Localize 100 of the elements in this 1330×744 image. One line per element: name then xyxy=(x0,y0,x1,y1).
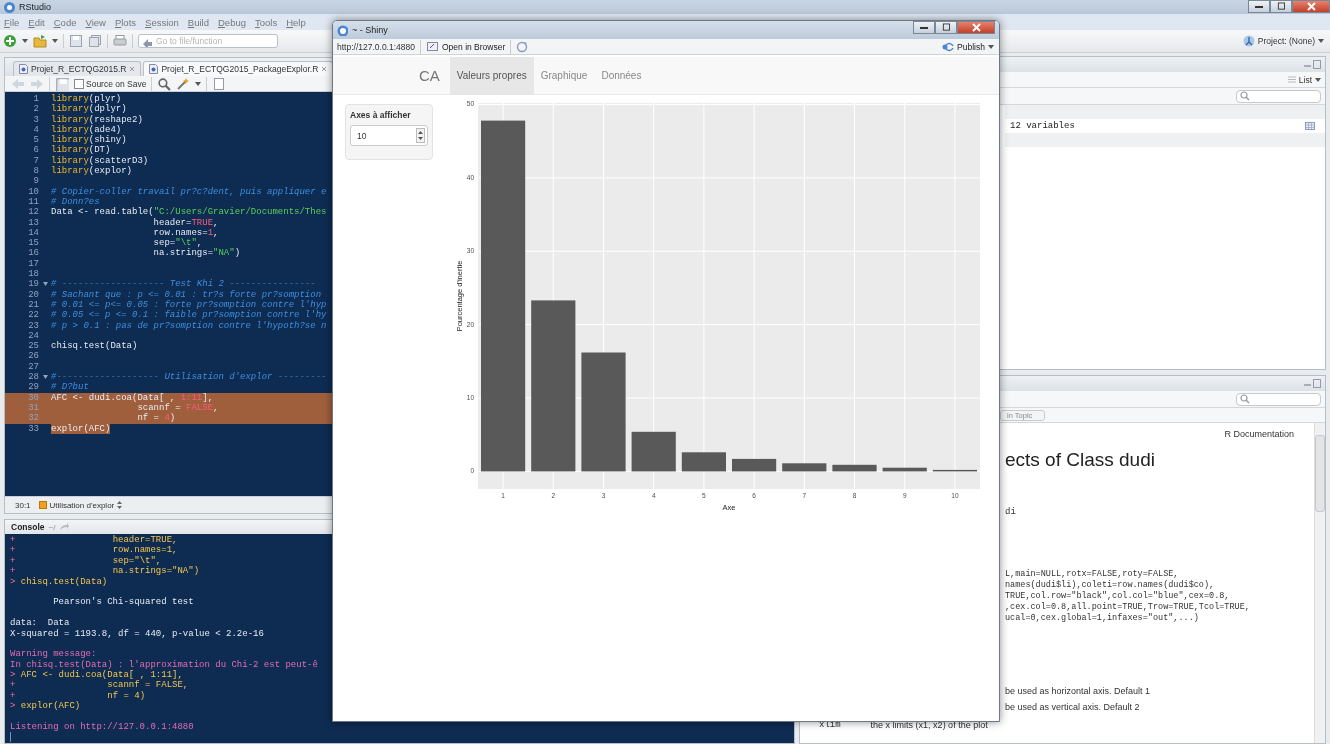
save-all-icon[interactable] xyxy=(88,34,102,48)
help-text: be used as horizontal axis. Default 1 xyxy=(1005,686,1152,696)
search-field[interactable] xyxy=(1236,392,1321,406)
minimize-button[interactable] xyxy=(1248,0,1270,13)
minimize-maximize-icon[interactable] xyxy=(1303,379,1321,388)
number-input[interactable]: 10 xyxy=(350,125,428,146)
menu-item[interactable]: Tools xyxy=(255,16,278,28)
publish-icon xyxy=(941,40,955,53)
line-number: 15 xyxy=(27,238,39,249)
project-menu[interactable]: Project: (None) xyxy=(1242,35,1324,47)
close-icon[interactable] xyxy=(321,66,328,72)
code-line: L,main=NULL,rotx=FALSE,roty=FALSE, xyxy=(1005,569,1180,580)
line-number: 1 xyxy=(32,94,39,105)
restore-button[interactable] xyxy=(1270,0,1292,13)
restore-button[interactable] xyxy=(935,21,957,34)
line-number: 26 xyxy=(27,351,39,362)
spinner-icon[interactable] xyxy=(416,128,425,143)
file-tab[interactable]: Projet_R_ECTQG2015.R xyxy=(13,61,142,76)
search-icon xyxy=(1240,394,1250,404)
line-number: 7 xyxy=(32,155,39,167)
menu-item[interactable]: Plots xyxy=(114,16,137,28)
caret-icon xyxy=(988,43,994,50)
console-line: explor(AFC) xyxy=(20,701,81,712)
caret-icon[interactable] xyxy=(195,80,202,87)
code-line: library(ade4) xyxy=(51,124,122,135)
code-line: ,cex.col=0.8,all.point=TRUE,Trow=TRUE,Tcol=TRUE, xyxy=(1005,602,1251,613)
menu-item[interactable]: Build xyxy=(187,16,209,28)
minimize-button[interactable] xyxy=(913,21,935,34)
folder-icon[interactable] xyxy=(33,34,47,48)
pane-title: Console xyxy=(11,522,45,532)
scroll-thumb[interactable] xyxy=(1315,435,1325,512)
page-icon[interactable] xyxy=(212,76,227,91)
close-button[interactable] xyxy=(957,21,995,34)
menu-item[interactable]: Session xyxy=(145,16,179,28)
restore-icon xyxy=(1277,2,1285,11)
line-number: 8 xyxy=(32,166,39,177)
close-button[interactable] xyxy=(1292,0,1330,13)
fold-icon[interactable] xyxy=(42,282,48,287)
code-line: # D?but xyxy=(51,382,89,393)
menu-item[interactable]: Help xyxy=(286,16,306,28)
new-file-icon[interactable] xyxy=(3,34,17,48)
project-icon xyxy=(1242,35,1255,47)
menu-item[interactable]: View xyxy=(85,16,106,28)
console-prompt: + xyxy=(10,680,17,691)
caret-icon[interactable] xyxy=(52,38,58,44)
view-mode-menu[interactable]: List xyxy=(1287,74,1321,85)
menu-item[interactable]: Debug xyxy=(218,16,246,28)
input-label: Axes à afficher xyxy=(350,110,412,120)
line-number: 19 xyxy=(27,279,39,290)
table-icon[interactable] xyxy=(1305,122,1315,130)
code-line: ucal=0,cex.global=1,infaxes="out",...) xyxy=(1005,613,1200,624)
minimize-maximize-icon[interactable] xyxy=(1303,60,1321,69)
menu-item[interactable]: Edit xyxy=(28,16,45,28)
section-menu[interactable]: Utilisation d'explor xyxy=(38,500,123,510)
help-text: be used as vertical axis. Default 2 xyxy=(1005,702,1141,712)
code-line: # Copier-coller travail pr?c?dent, puis appliquer e xyxy=(51,186,327,197)
list-icon xyxy=(1287,76,1296,83)
line-number: 18 xyxy=(27,269,39,280)
caret-icon[interactable] xyxy=(22,38,28,44)
wand-icon[interactable] xyxy=(176,76,191,91)
window-title: RStudio xyxy=(19,2,52,12)
arrow-icon[interactable] xyxy=(59,522,70,532)
close-icon[interactable] xyxy=(129,66,136,72)
refresh-icon[interactable] xyxy=(516,40,529,53)
search-field[interactable] xyxy=(1236,89,1321,103)
search-icon[interactable] xyxy=(157,76,172,91)
nav-tab[interactable]: Valeurs propres xyxy=(449,57,534,94)
bar xyxy=(681,452,726,472)
console-line: In chisq.test(Data) : l'approximation du Chi-2 est peut-ê xyxy=(10,659,318,670)
console-line: nf = 4) xyxy=(106,690,146,702)
checkbox[interactable] xyxy=(74,78,84,89)
url-text: http://127.0.0.1:4880 xyxy=(337,41,415,52)
code-line: scannf = FALSE, xyxy=(136,402,219,413)
menu-item[interactable]: File xyxy=(4,16,20,28)
open-in-browser-button[interactable]: Open in Browser xyxy=(426,40,506,53)
fold-icon[interactable] xyxy=(42,375,48,380)
navbar-brand[interactable]: CA xyxy=(419,57,450,94)
console-line: na.strings="NA") xyxy=(111,566,200,577)
console-prompt: + xyxy=(10,555,17,567)
nav-tab[interactable]: Graphique xyxy=(533,57,595,94)
code-line: names(dudi$li),coleti=row.names(dudi$co), xyxy=(1005,580,1216,591)
print-icon[interactable] xyxy=(113,34,127,48)
code-line: TRUE,col.row="black",col.col="blue",cex=0.8, xyxy=(1005,591,1231,602)
code-line: library(scatterD3) xyxy=(51,155,149,166)
scrollbar[interactable] xyxy=(1314,423,1325,743)
publish-button[interactable]: Publish xyxy=(941,40,994,53)
nav-tab[interactable]: Données xyxy=(594,57,649,94)
app-icon xyxy=(337,24,348,36)
save-icon[interactable] xyxy=(69,34,83,48)
code-line: na.strings="NA") xyxy=(152,248,241,259)
search-field[interactable]: Go to file/function xyxy=(138,34,278,48)
console-path: ~/ xyxy=(48,522,56,532)
doc-label: R Documentation xyxy=(1223,429,1294,439)
console-line: scannf = FALSE, xyxy=(106,680,189,691)
line-number: 20 xyxy=(27,289,39,300)
menu-item[interactable]: Code xyxy=(53,16,77,28)
save-icon[interactable] xyxy=(55,76,69,91)
close-icon xyxy=(971,23,981,32)
file-tab[interactable]: Projet_R_ECTQG2015_PackageExplor.R xyxy=(143,61,334,76)
variable-row[interactable]: 12 variables xyxy=(1005,119,1325,133)
